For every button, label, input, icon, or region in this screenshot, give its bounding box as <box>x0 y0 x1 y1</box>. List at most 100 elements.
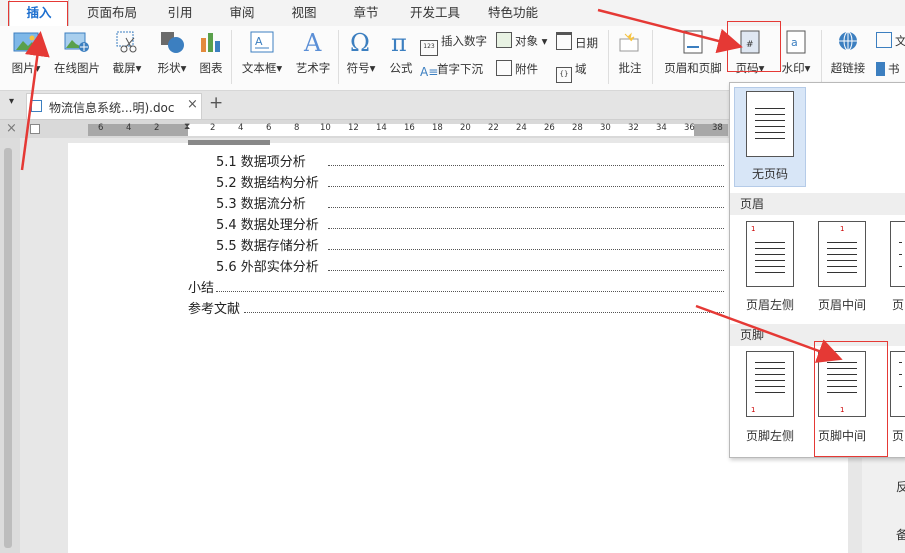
tab-list-dropdown-icon[interactable]: ▾ <box>9 96 14 107</box>
ruler-tick: 10 <box>320 123 331 133</box>
comment-button[interactable]: 批注 <box>614 30 646 76</box>
toc-leader-dots <box>244 312 724 313</box>
toc-leader-dots <box>328 249 724 250</box>
close-tab-icon[interactable]: × <box>187 97 198 112</box>
ruler-tick: 36 <box>684 123 695 133</box>
chevron-down-icon: ▾ <box>180 61 187 75</box>
ruler-tick: 24 <box>516 123 527 133</box>
ribbon-separator <box>652 30 653 84</box>
bar-chart-icon <box>198 30 224 54</box>
toc-entry[interactable]: 5.3 数据流分析 <box>216 193 306 212</box>
ruler-tick: 38 <box>712 123 723 133</box>
insert-number-button[interactable]: 123 插入数字 <box>420 32 487 56</box>
header-right-thumbnail[interactable] <box>890 221 905 287</box>
tab-review[interactable]: 审阅 <box>220 0 264 26</box>
ruler-tick: 22 <box>488 123 499 133</box>
pane-item[interactable]: 备 <box>896 526 905 543</box>
chevron-down-icon: ▾ <box>369 61 376 75</box>
text-button-partial[interactable]: 文 <box>876 32 905 50</box>
bookmark-button-partial[interactable]: 书 <box>876 60 900 78</box>
tab-developer[interactable]: 开发工具 <box>402 0 468 26</box>
chevron-down-icon: ▾ <box>276 61 283 75</box>
drop-cap-button[interactable]: A≡首字下沉 <box>420 60 483 79</box>
hyperlink-button[interactable]: 超链接 <box>826 30 870 76</box>
field-icon: {} <box>556 67 572 83</box>
ruler-tick: 6 <box>98 123 104 133</box>
ribbon-separator <box>821 30 822 84</box>
ruler-margin-right <box>694 124 728 136</box>
chart-button[interactable]: 图表 <box>196 30 226 76</box>
toc-leader-dots <box>216 291 724 292</box>
ruler-tick: 4 <box>126 123 132 133</box>
object-button[interactable]: 对象 ▾ <box>496 32 547 50</box>
toc-entry[interactable]: 5.1 数据项分析 <box>216 151 306 170</box>
comment-icon <box>617 30 643 54</box>
symbol-button[interactable]: Ω 符号▾ <box>342 29 380 76</box>
ruler-tick: 8 <box>294 123 300 133</box>
textbox-icon: A <box>249 30 275 54</box>
svg-text:a: a <box>791 36 798 49</box>
ruler-tick: 32 <box>628 123 639 133</box>
pane-item[interactable]: 反 <box>896 478 905 495</box>
toc-entry[interactable]: 5.2 数据结构分析 <box>216 172 319 191</box>
document-icon <box>876 32 892 48</box>
wordart-button[interactable]: A 艺术字 <box>292 29 334 76</box>
header-right-label: 页 <box>892 298 905 312</box>
header-footer-button[interactable]: 页眉和页脚 <box>660 30 726 76</box>
number-icon: 123 <box>420 40 438 56</box>
ruler-tick: 2 <box>154 123 160 133</box>
omega-icon: Ω <box>348 29 374 57</box>
header-center-thumbnail[interactable]: 1 <box>818 221 866 287</box>
header-left-thumbnail[interactable]: 1 <box>746 221 794 287</box>
footer-left-thumbnail[interactable]: 1 <box>746 351 794 417</box>
field-button[interactable]: {} 域 <box>556 60 587 83</box>
globe-icon <box>835 30 861 54</box>
svg-text:A: A <box>255 35 263 48</box>
tab-stop-selector[interactable] <box>30 124 40 134</box>
vertical-scrollbar[interactable] <box>4 148 12 548</box>
textbox-button[interactable]: A 文本框▾ <box>236 30 288 76</box>
online-picture-button[interactable]: 在线图片 <box>52 30 102 76</box>
new-tab-button[interactable]: + <box>209 93 223 113</box>
tab-page-layout[interactable]: 页面布局 <box>80 0 144 26</box>
indent-marker-icon[interactable]: ⧗ <box>184 122 190 132</box>
online-picture-icon <box>64 30 90 54</box>
svg-text:A: A <box>303 30 322 54</box>
ruler-tick: 2 <box>210 123 216 133</box>
attachment-button[interactable]: 附件 <box>496 60 538 78</box>
watermark-button[interactable]: a 水印▾ <box>776 30 816 76</box>
toc-leader-dots <box>328 270 724 271</box>
toc-entry[interactable]: 5.5 数据存储分析 <box>216 235 319 254</box>
cut-off-heading <box>188 140 270 145</box>
toc-entry[interactable]: 参考文献 <box>188 298 240 317</box>
shape-icon <box>159 30 185 54</box>
picture-button[interactable]: 图片▾ <box>6 30 46 76</box>
object-icon <box>496 32 512 48</box>
tab-chapter[interactable]: 章节 <box>344 0 388 26</box>
tab-view[interactable]: 视图 <box>282 0 326 26</box>
tab-references[interactable]: 引用 <box>158 0 202 26</box>
page-number-highlight <box>727 21 781 72</box>
date-button[interactable]: 日期 <box>556 32 598 50</box>
shape-button[interactable]: 形状▾ <box>152 30 192 76</box>
horizontal-ruler: 6 4 2 2 4 6 8 10 12 14 16 18 20 22 24 26 28 30 32 34 36 38 ⧗ <box>88 122 728 136</box>
toc-entry[interactable]: 小结 <box>188 277 214 296</box>
toc-entry[interactable]: 5.4 数据处理分析 <box>216 214 319 233</box>
wordart-icon: A <box>300 29 326 57</box>
ruler-tick: 34 <box>656 123 667 133</box>
close-pane-icon[interactable]: × <box>6 121 17 136</box>
footer-center-highlight <box>814 341 888 457</box>
footer-right-thumbnail[interactable] <box>890 351 905 417</box>
screenshot-button[interactable]: 截屏▾ <box>108 30 146 76</box>
bookmark-icon <box>876 62 885 76</box>
picture-icon <box>13 30 39 54</box>
calendar-icon <box>556 32 572 50</box>
ribbon-separator <box>231 30 232 84</box>
no-page-number-thumbnail <box>746 91 794 157</box>
tab-special-features[interactable]: 特色功能 <box>480 0 546 26</box>
document-tab[interactable]: 物流信息系统...明).doc × <box>26 93 202 119</box>
ruler-tick: 4 <box>238 123 244 133</box>
toc-entry[interactable]: 5.6 外部实体分析 <box>216 256 319 275</box>
formula-button[interactable]: π 公式 <box>386 29 416 76</box>
ruler-tick: 20 <box>460 123 471 133</box>
